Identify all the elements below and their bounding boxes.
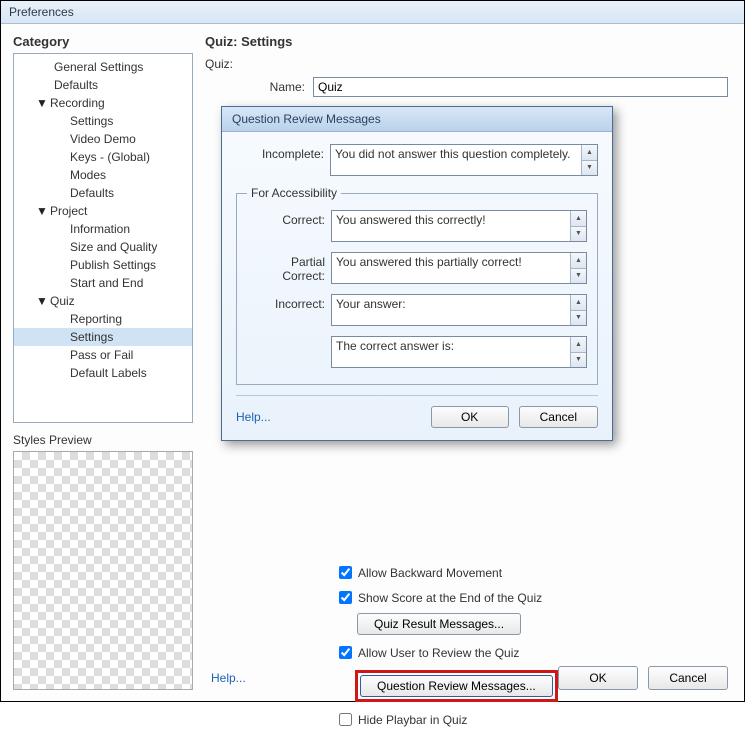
hide-playbar-row: Hide Playbar in Quiz bbox=[335, 710, 728, 729]
partial-correct-label: Partial Correct: bbox=[247, 252, 325, 283]
category-tree[interactable]: General Settings Defaults ▼ Recording Set… bbox=[13, 53, 193, 423]
chevron-up-icon[interactable]: ▲ bbox=[571, 253, 586, 269]
spinner[interactable]: ▲▼ bbox=[570, 253, 586, 283]
incorrect-input[interactable]: Your answer: ▲▼ bbox=[331, 294, 587, 326]
allow-review-label: Allow User to Review the Quiz bbox=[358, 646, 519, 660]
tree-project-publish[interactable]: Publish Settings bbox=[14, 256, 192, 274]
name-input[interactable] bbox=[313, 77, 728, 97]
tree-recording-video-demo[interactable]: Video Demo bbox=[14, 130, 192, 148]
correct-label: Correct: bbox=[247, 210, 325, 227]
tree-recording-settings[interactable]: Settings bbox=[14, 112, 192, 130]
hide-playbar-label: Hide Playbar in Quiz bbox=[358, 713, 467, 727]
tree-project-start-end[interactable]: Start and End bbox=[14, 274, 192, 292]
spinner[interactable]: ▲▼ bbox=[581, 145, 597, 175]
left-column: Category General Settings Defaults ▼ Reco… bbox=[1, 24, 201, 700]
chevron-down-icon: ▼ bbox=[36, 96, 46, 110]
spinner[interactable]: ▲▼ bbox=[570, 337, 586, 367]
spinner[interactable]: ▲▼ bbox=[570, 295, 586, 325]
partial-correct-input[interactable]: You answered this partially correct! ▲▼ bbox=[331, 252, 587, 284]
tree-quiz-reporting[interactable]: Reporting bbox=[14, 310, 192, 328]
tree-recording-defaults[interactable]: Defaults bbox=[14, 184, 192, 202]
hide-playbar-checkbox[interactable] bbox=[339, 713, 352, 726]
incorrect-label: Incorrect: bbox=[247, 294, 325, 311]
chevron-up-icon[interactable]: ▲ bbox=[571, 295, 586, 311]
chevron-up-icon[interactable]: ▲ bbox=[571, 211, 586, 227]
tree-quiz-settings[interactable]: Settings bbox=[14, 328, 192, 346]
chevron-down-icon[interactable]: ▼ bbox=[571, 311, 586, 326]
chevron-down-icon: ▼ bbox=[36, 294, 46, 308]
allow-backward-label: Allow Backward Movement bbox=[358, 566, 502, 580]
preferences-window: Preferences Category General Settings De… bbox=[0, 0, 745, 702]
partial-correct-text[interactable]: You answered this partially correct! bbox=[332, 253, 570, 283]
dialog-title: Question Review Messages bbox=[222, 107, 612, 132]
tree-project-information[interactable]: Information bbox=[14, 220, 192, 238]
correct-answer-input[interactable]: The correct answer is: ▲▼ bbox=[331, 336, 587, 368]
styles-preview-label: Styles Preview bbox=[13, 433, 193, 447]
tree-general-settings[interactable]: General Settings bbox=[14, 58, 192, 76]
correct-answer-label bbox=[247, 336, 325, 339]
tree-item-label: Quiz bbox=[50, 294, 75, 308]
show-score-checkbox[interactable] bbox=[339, 591, 352, 604]
incomplete-input[interactable]: You did not answer this question complet… bbox=[330, 144, 598, 176]
settings-block: Allow Backward Movement Show Score at th… bbox=[335, 563, 728, 735]
chevron-up-icon[interactable]: ▲ bbox=[582, 145, 597, 161]
chevron-up-icon[interactable]: ▲ bbox=[571, 337, 586, 353]
page-title: Quiz: Settings bbox=[205, 34, 728, 49]
cancel-button[interactable]: Cancel bbox=[648, 666, 728, 690]
quiz-label: Quiz: bbox=[205, 57, 728, 71]
chevron-down-icon[interactable]: ▼ bbox=[582, 161, 597, 176]
chevron-down-icon[interactable]: ▼ bbox=[571, 269, 586, 284]
ok-button[interactable]: OK bbox=[558, 666, 638, 690]
incomplete-row: Incomplete: You did not answer this ques… bbox=[236, 144, 598, 176]
correct-row: Correct: You answered this correctly! ▲▼ bbox=[247, 210, 587, 242]
spinner[interactable]: ▲▼ bbox=[570, 211, 586, 241]
tree-recording[interactable]: ▼ Recording bbox=[14, 94, 192, 112]
correct-answer-text[interactable]: The correct answer is: bbox=[332, 337, 570, 367]
window-title: Preferences bbox=[1, 1, 744, 24]
correct-answer-row: The correct answer is: ▲▼ bbox=[247, 336, 587, 368]
styles-preview-area bbox=[13, 451, 193, 690]
chevron-down-icon[interactable]: ▼ bbox=[571, 227, 586, 242]
correct-text[interactable]: You answered this correctly! bbox=[332, 211, 570, 241]
tree-item-label: Recording bbox=[50, 96, 105, 110]
category-heading: Category bbox=[13, 34, 193, 49]
name-row: Name: bbox=[205, 77, 728, 97]
tree-recording-modes[interactable]: Modes bbox=[14, 166, 192, 184]
help-link[interactable]: Help... bbox=[211, 671, 246, 685]
dialog-bottom-bar: Help... OK Cancel bbox=[236, 395, 598, 428]
allow-backward-checkbox[interactable] bbox=[339, 566, 352, 579]
tree-project[interactable]: ▼ Project bbox=[14, 202, 192, 220]
dialog-cancel-button[interactable]: Cancel bbox=[519, 406, 598, 428]
chevron-down-icon[interactable]: ▼ bbox=[571, 353, 586, 368]
correct-input[interactable]: You answered this correctly! ▲▼ bbox=[331, 210, 587, 242]
incomplete-text[interactable]: You did not answer this question complet… bbox=[331, 145, 581, 175]
bottom-bar: Help... OK Cancel bbox=[211, 666, 728, 690]
accessibility-group: For Accessibility Correct: You answered … bbox=[236, 186, 598, 385]
tree-project-size-quality[interactable]: Size and Quality bbox=[14, 238, 192, 256]
incorrect-row: Incorrect: Your answer: ▲▼ bbox=[247, 294, 587, 326]
incorrect-text[interactable]: Your answer: bbox=[332, 295, 570, 325]
tree-recording-keys[interactable]: Keys - (Global) bbox=[14, 148, 192, 166]
allow-backward-row: Allow Backward Movement bbox=[335, 563, 728, 582]
allow-review-row: Allow User to Review the Quiz bbox=[335, 643, 728, 662]
question-review-messages-dialog: Question Review Messages Incomplete: You… bbox=[221, 106, 613, 441]
show-score-label: Show Score at the End of the Quiz bbox=[358, 591, 542, 605]
dialog-help-link[interactable]: Help... bbox=[236, 410, 271, 424]
dialog-ok-button[interactable]: OK bbox=[431, 406, 509, 428]
tree-defaults[interactable]: Defaults bbox=[14, 76, 192, 94]
tree-quiz[interactable]: ▼ Quiz bbox=[14, 292, 192, 310]
incomplete-label: Incomplete: bbox=[236, 144, 324, 161]
partial-correct-row: Partial Correct: You answered this parti… bbox=[247, 252, 587, 284]
tree-quiz-default-labels[interactable]: Default Labels bbox=[14, 364, 192, 382]
tree-item-label: Project bbox=[50, 204, 87, 218]
allow-review-checkbox[interactable] bbox=[339, 646, 352, 659]
show-score-row: Show Score at the End of the Quiz bbox=[335, 588, 728, 607]
accessibility-legend: For Accessibility bbox=[247, 186, 341, 200]
quiz-result-messages-button[interactable]: Quiz Result Messages... bbox=[357, 613, 521, 635]
name-label: Name: bbox=[205, 80, 305, 94]
chevron-down-icon: ▼ bbox=[36, 204, 46, 218]
dialog-body: Incomplete: You did not answer this ques… bbox=[222, 132, 612, 440]
tree-quiz-pass-fail[interactable]: Pass or Fail bbox=[14, 346, 192, 364]
